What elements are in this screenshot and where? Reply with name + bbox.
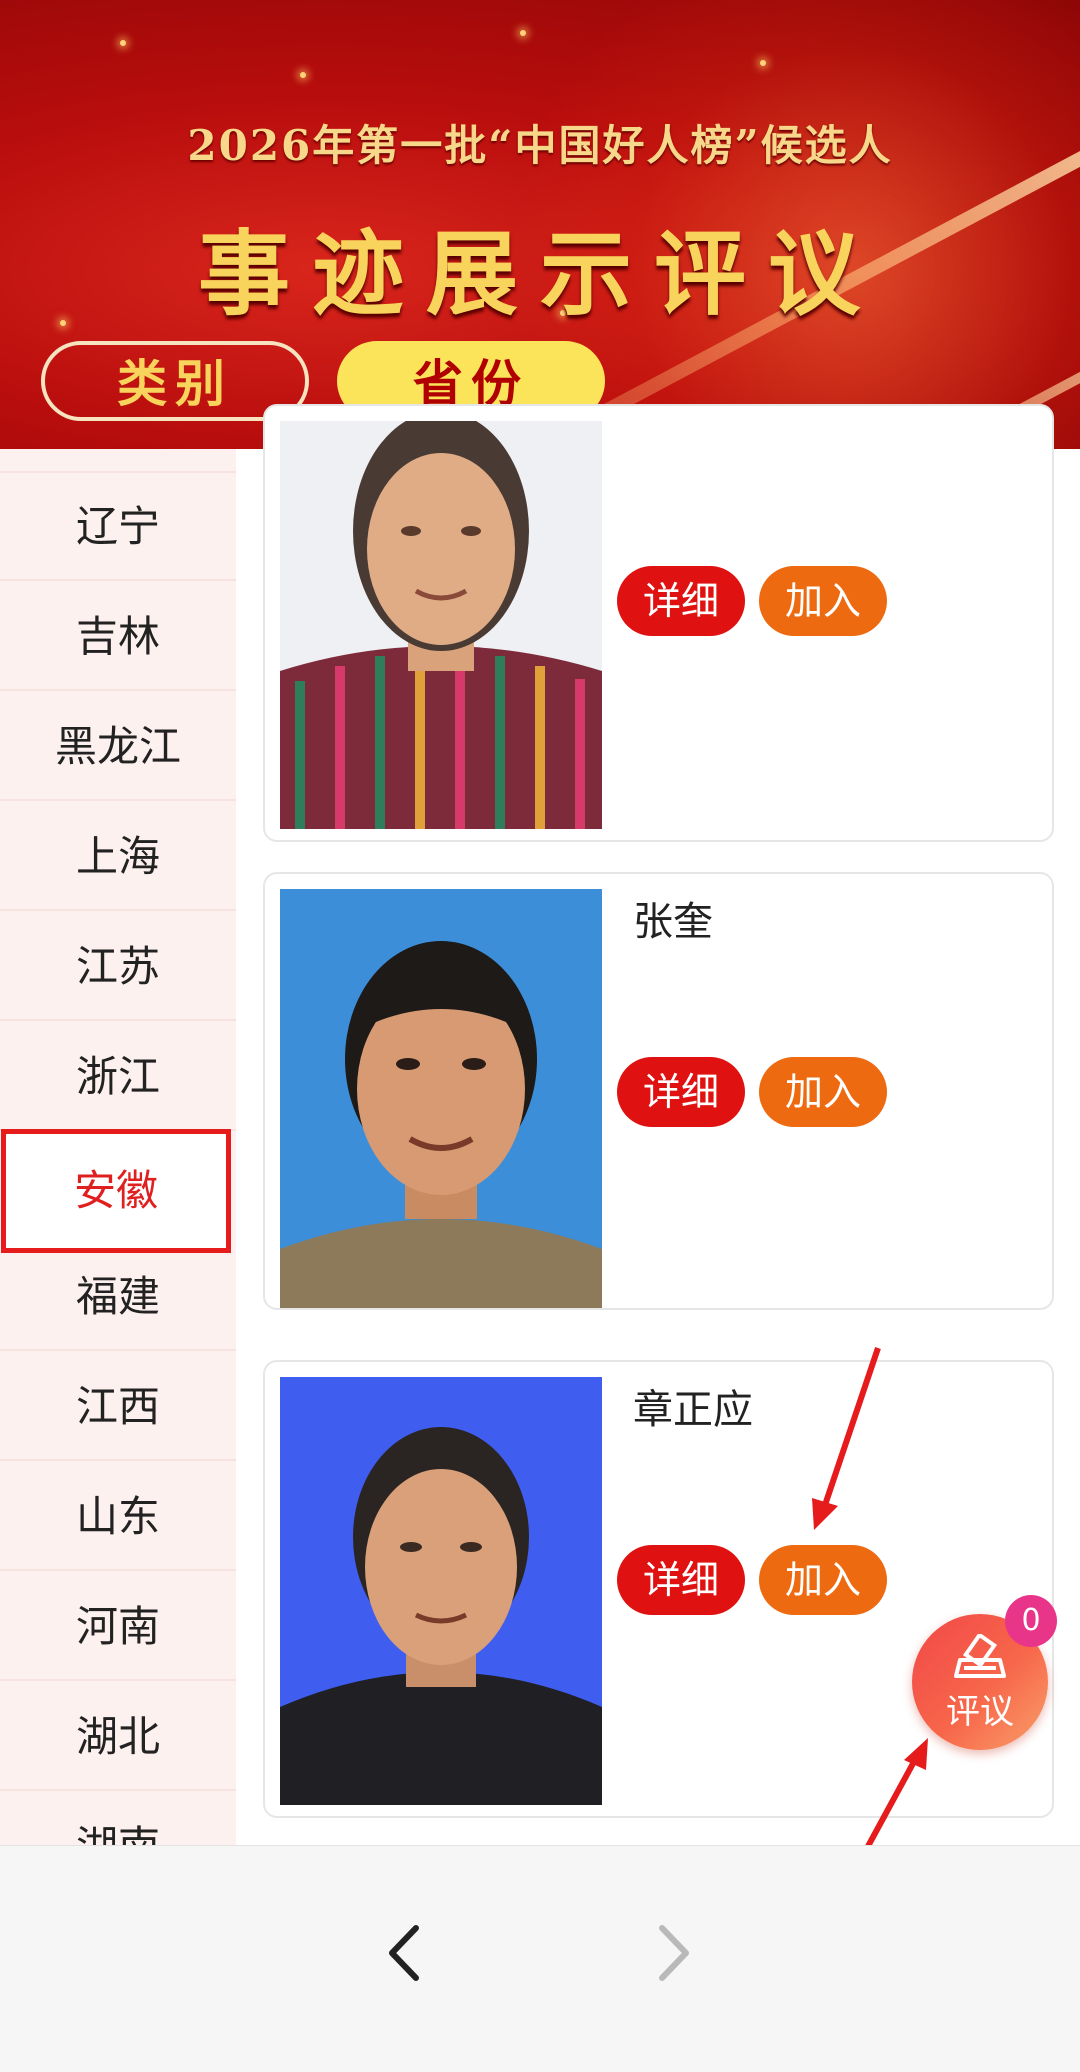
- annotation-arrow: [821, 1347, 881, 1509]
- chevron-right-icon: [659, 1925, 689, 1981]
- annotation-arrowhead: [904, 1738, 928, 1770]
- forward-button[interactable]: [634, 1908, 714, 1998]
- annotation-arrowhead: [812, 1498, 838, 1530]
- browser-bottom-bar: [0, 1845, 1080, 2072]
- annotation-arrows: [812, 1347, 928, 1874]
- back-button[interactable]: [364, 1908, 444, 1998]
- chevron-left-icon: [389, 1925, 419, 1981]
